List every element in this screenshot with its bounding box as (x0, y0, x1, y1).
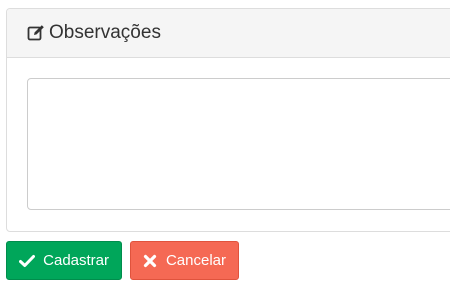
panel-heading: Observações (7, 9, 450, 58)
times-icon (143, 252, 158, 270)
observations-textarea[interactable] (27, 78, 450, 210)
save-button[interactable]: Cadastrar (6, 241, 122, 280)
cancel-button[interactable]: Cancelar (130, 241, 239, 280)
cancel-button-label: Cancelar (165, 252, 226, 269)
panel-title: Observações (49, 22, 161, 43)
check-icon (19, 252, 36, 270)
observations-panel: Observações (6, 8, 450, 232)
save-button-label: Cadastrar (43, 252, 109, 269)
edit-icon (26, 23, 46, 43)
